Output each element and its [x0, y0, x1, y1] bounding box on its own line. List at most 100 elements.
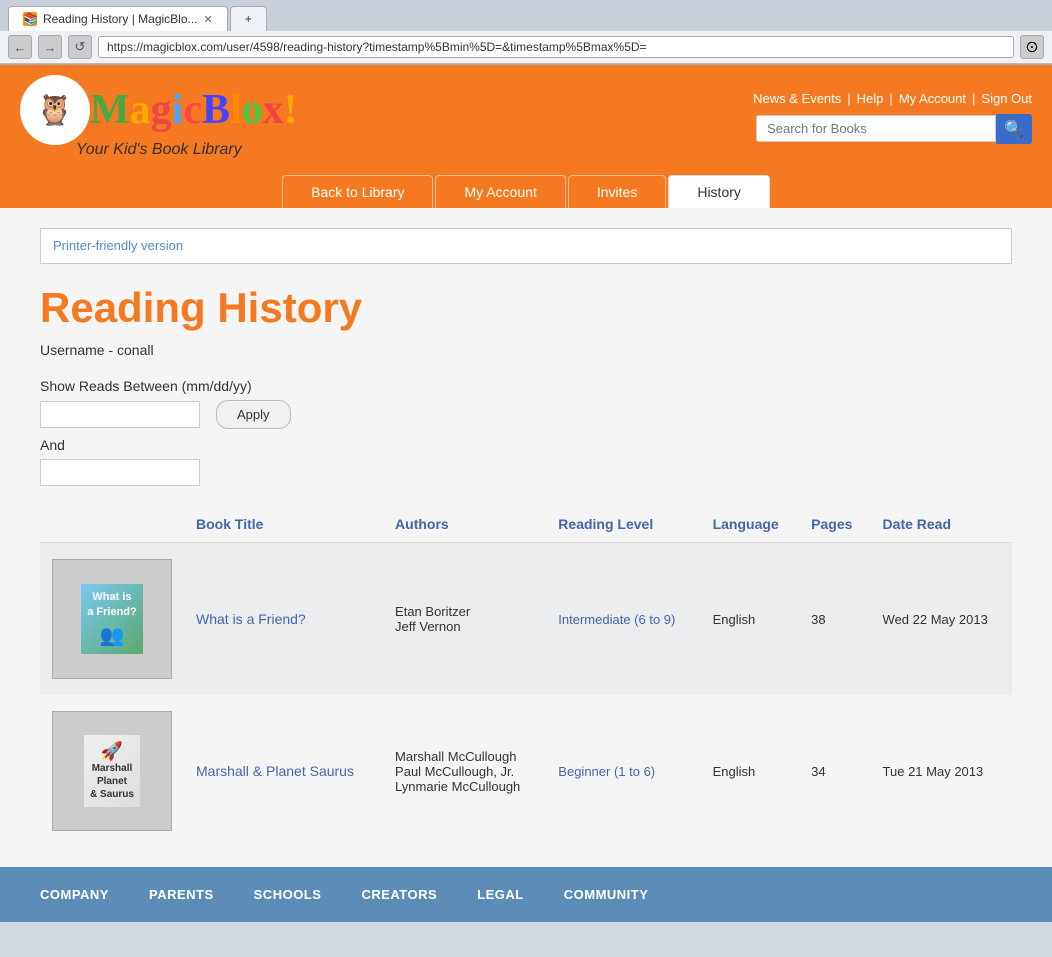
printer-friendly-link[interactable]: Printer-friendly version — [53, 238, 183, 253]
authors-cell-2: Marshall McCullough Paul McCullough, Jr.… — [383, 695, 546, 847]
filter-label: Show Reads Between (mm/dd/yy) — [40, 378, 1012, 394]
header-top: 🦉 MagicBlox! Your Kid's Book Library New… — [20, 75, 1032, 167]
pages-cell-2: 34 — [799, 695, 870, 847]
book-cover-friend: What isa Friend? 👥 — [52, 559, 172, 679]
col-language: Language — [701, 506, 800, 543]
browser-toolbar: ← → ↺ ⊙ — [0, 31, 1052, 64]
search-input[interactable] — [756, 115, 996, 142]
logo-subtitle: Your Kid's Book Library — [76, 141, 242, 159]
cover-icon-2: 🚀 — [101, 741, 123, 762]
cover-title-2: MarshallPlanet& Saurus — [90, 762, 134, 801]
date-to-input[interactable] — [40, 459, 200, 486]
tab-back-to-library[interactable]: Back to Library — [282, 175, 433, 208]
forward-button[interactable]: → — [38, 35, 62, 59]
footer-links: COMPANY PARENTS SCHOOLS CREATORS LEGAL C… — [40, 887, 1012, 902]
reading-level-1: Intermediate (6 to 9) — [558, 612, 675, 627]
author-1-2: Jeff Vernon — [395, 619, 534, 634]
help-link[interactable]: Help — [857, 91, 884, 106]
cover-icon-1: 👥 — [100, 623, 125, 648]
tab-title: Reading History | MagicBlo... — [43, 12, 198, 26]
author-2-2: Paul McCullough, Jr. — [395, 764, 534, 779]
reload-button[interactable]: ↺ — [68, 35, 92, 59]
book-title-cell-2: Marshall & Planet Saurus — [184, 695, 383, 847]
filter-row-1: Apply — [40, 400, 1012, 429]
divider2: | — [889, 91, 892, 106]
col-date-read: Date Read — [871, 506, 1012, 543]
book-title-link-1[interactable]: What is a Friend? — [196, 611, 306, 627]
tab-bar: 📚 Reading History | MagicBlo... ✕ + — [0, 0, 1052, 31]
cover-title-1: What isa Friend? — [87, 590, 137, 619]
books-table: Book Title Authors Reading Level Languag… — [40, 506, 1012, 847]
book-title-link-2[interactable]: Marshall & Planet Saurus — [196, 763, 354, 779]
username-label: Username - conall — [40, 342, 1012, 358]
book-cover-image-1: What isa Friend? 👥 — [81, 584, 143, 654]
footer-legal[interactable]: LEGAL — [477, 887, 524, 902]
divider1: | — [847, 91, 850, 106]
col-authors: Authors — [383, 506, 546, 543]
logo-image[interactable]: 🦉 MagicBlox! — [20, 75, 298, 145]
logo-area: 🦉 MagicBlox! Your Kid's Book Library — [20, 75, 298, 159]
book-cover-cell-2: 🚀 MarshallPlanet& Saurus — [40, 695, 184, 847]
pages-cell-1: 38 — [799, 543, 870, 696]
back-button[interactable]: ← — [8, 35, 32, 59]
date-from-input[interactable] — [40, 401, 200, 428]
date-read-cell-1: Wed 22 May 2013 — [871, 543, 1012, 696]
date-read-cell-2: Tue 21 May 2013 — [871, 695, 1012, 847]
tab-invites[interactable]: Invites — [568, 175, 666, 208]
table-header: Book Title Authors Reading Level Languag… — [40, 506, 1012, 543]
logo-owl: 🦉 — [20, 75, 90, 145]
book-cover-image-2: 🚀 MarshallPlanet& Saurus — [84, 735, 140, 807]
author-2-1: Marshall McCullough — [395, 749, 534, 764]
apply-button[interactable]: Apply — [216, 400, 291, 429]
reading-level-2: Beginner (1 to 6) — [558, 764, 655, 779]
footer-company[interactable]: COMPANY — [40, 887, 109, 902]
book-title-cell-1: What is a Friend? — [184, 543, 383, 696]
book-cover-cell: What isa Friend? 👥 — [40, 543, 184, 696]
footer-community[interactable]: COMMUNITY — [564, 887, 649, 902]
browser-tab-active[interactable]: 📚 Reading History | MagicBlo... ✕ — [8, 6, 228, 31]
reading-level-cell-1: Intermediate (6 to 9) — [546, 543, 700, 696]
authors-cell-1: Etan Boritzer Jeff Vernon — [383, 543, 546, 696]
table-row: What isa Friend? 👥 What is a Friend? Eta… — [40, 543, 1012, 696]
author-1-1: Etan Boritzer — [395, 604, 534, 619]
navigation-tabs: Back to Library My Account Invites Histo… — [20, 167, 1032, 208]
my-account-header-link[interactable]: My Account — [899, 91, 966, 106]
new-tab-icon: + — [245, 12, 252, 26]
reading-level-cell-2: Beginner (1 to 6) — [546, 695, 700, 847]
language-cell-2: English — [701, 695, 800, 847]
footer-creators[interactable]: CREATORS — [361, 887, 437, 902]
browser-search-button[interactable]: ⊙ — [1020, 35, 1044, 59]
site-header: 🦉 MagicBlox! Your Kid's Book Library New… — [0, 65, 1052, 208]
and-label: And — [40, 437, 1012, 453]
divider3: | — [972, 91, 975, 106]
address-bar[interactable] — [98, 36, 1014, 58]
author-2-3: Lynmarie McCullough — [395, 779, 534, 794]
col-cover — [40, 506, 184, 543]
tab-history[interactable]: History — [668, 175, 770, 208]
tab-my-account[interactable]: My Account — [435, 175, 565, 208]
tab-favicon: 📚 — [23, 12, 37, 26]
col-book-title: Book Title — [184, 506, 383, 543]
col-pages: Pages — [799, 506, 870, 543]
book-cover-marshall: 🚀 MarshallPlanet& Saurus — [52, 711, 172, 831]
filter-row-2 — [40, 459, 1012, 486]
new-tab[interactable]: + — [230, 6, 267, 31]
page-title: Reading History — [40, 284, 1012, 332]
header-right: News & Events | Help | My Account | Sign… — [753, 91, 1032, 144]
sign-out-link[interactable]: Sign Out — [981, 91, 1032, 106]
footer-parents[interactable]: PARENTS — [149, 887, 214, 902]
logo-text: MagicBlox! — [90, 86, 298, 134]
search-button[interactable]: 🔍 — [996, 114, 1032, 144]
filter-section: Show Reads Between (mm/dd/yy) Apply And — [40, 378, 1012, 486]
language-cell-1: English — [701, 543, 800, 696]
table-body: What isa Friend? 👥 What is a Friend? Eta… — [40, 543, 1012, 848]
table-row: 🚀 MarshallPlanet& Saurus Marshall & Plan… — [40, 695, 1012, 847]
main-content: Printer-friendly version Reading History… — [0, 208, 1052, 867]
printer-bar: Printer-friendly version — [40, 228, 1012, 264]
site-footer: COMPANY PARENTS SCHOOLS CREATORS LEGAL C… — [0, 867, 1052, 922]
footer-schools[interactable]: SCHOOLS — [254, 887, 322, 902]
news-events-link[interactable]: News & Events — [753, 91, 841, 106]
header-links: News & Events | Help | My Account | Sign… — [753, 91, 1032, 106]
tab-close-button[interactable]: ✕ — [204, 13, 213, 26]
search-bar: 🔍 — [756, 114, 1032, 144]
